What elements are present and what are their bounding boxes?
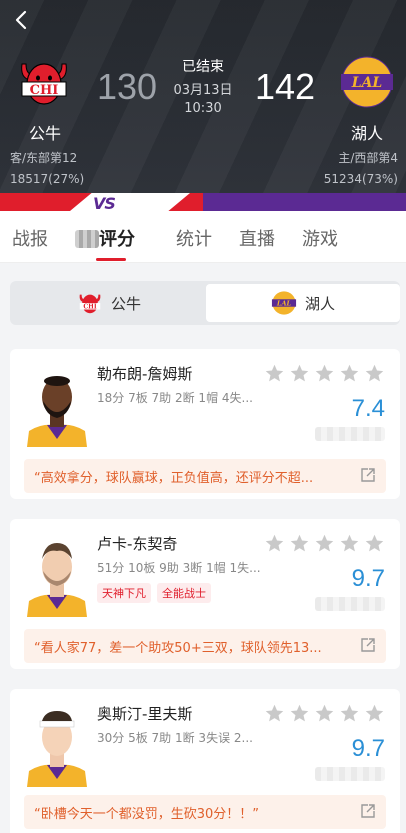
player-tag: 天神下凡 — [97, 583, 151, 603]
star-icon[interactable] — [264, 703, 285, 724]
home-team-rank: 客/东部第12 — [10, 151, 78, 165]
player-avatar — [25, 533, 89, 617]
blurred-text — [315, 427, 385, 441]
tab-live[interactable]: 直播 — [239, 225, 275, 251]
star-rating-input[interactable] — [264, 363, 385, 384]
away-team-name[interactable]: 湖人 — [322, 120, 406, 144]
star-icon[interactable] — [339, 703, 360, 724]
star-rating-input[interactable] — [264, 533, 385, 554]
player-name: 奥斯汀-里夫斯 — [97, 705, 193, 723]
player-stat-line: 18分 7板 7助 2断 1帽 4失... — [97, 391, 253, 405]
top-comment[interactable]: “卧槽今天一个都没罚，生砍30分！！” — [24, 795, 386, 829]
top-comment[interactable]: “高效拿分，球队赢球，正负值高，还评分不超... — [24, 459, 386, 493]
blurred-text — [75, 230, 99, 248]
bulls-logo-icon[interactable]: CHI — [16, 54, 72, 110]
star-icon[interactable] — [264, 533, 285, 554]
game-status: 已结束 — [182, 59, 224, 75]
star-icon[interactable] — [364, 363, 385, 384]
share-icon[interactable] — [360, 637, 376, 653]
svg-text:LAL: LAL — [351, 75, 383, 91]
tab-games[interactable]: 游戏 — [302, 225, 338, 251]
star-icon[interactable] — [314, 703, 335, 724]
game-time: 10:30 — [184, 101, 222, 116]
svg-text:CHI: CHI — [30, 83, 59, 98]
game-header: CHI LAL 公牛 湖人 客/东部第12 主/西部第4 18517(27%) … — [0, 0, 406, 193]
blurred-text — [315, 597, 385, 611]
away-support-count: 51234(73%) — [323, 172, 398, 186]
switch-label-lakers: 湖人 — [304, 294, 335, 313]
tab-report[interactable]: 战报 — [12, 225, 48, 251]
player-stat-line: 51分 10板 9助 3断 1帽 1失... — [97, 561, 261, 575]
star-icon[interactable] — [364, 533, 385, 554]
star-icon[interactable] — [289, 363, 310, 384]
tab-bar: 战报 评分 统计 直播 游戏 — [0, 211, 406, 263]
lakers-logo-icon: LAL — [271, 291, 297, 315]
tab-rating[interactable]: 评分 — [75, 225, 135, 251]
star-icon[interactable] — [339, 363, 360, 384]
top-comment[interactable]: “看人家77，差一个助攻50+三双，球队领先13... — [24, 629, 386, 663]
player-name: 卢卡-东契奇 — [97, 535, 178, 553]
switch-team-bulls[interactable]: CHI 公牛 — [12, 284, 206, 322]
player-tags: 天神下凡 全能战士 — [97, 583, 211, 603]
away-support-fill — [203, 193, 406, 211]
player-stat-line: 30分 5板 7助 1断 3失误 2... — [97, 731, 253, 745]
star-icon[interactable] — [314, 363, 335, 384]
back-icon[interactable] — [10, 8, 34, 32]
away-team-rank: 主/西部第4 — [338, 151, 398, 165]
player-rating: 9.7 — [351, 735, 385, 762]
star-rating-input[interactable] — [264, 703, 385, 724]
player-name: 勒布朗-詹姆斯 — [97, 365, 193, 383]
player-avatar — [25, 363, 89, 447]
share-icon[interactable] — [360, 467, 376, 483]
tab-stats[interactable]: 统计 — [176, 225, 212, 251]
home-score: 130 — [97, 66, 158, 107]
home-support-count: 18517(27%) — [10, 172, 85, 186]
player-card[interactable]: 勒布朗-詹姆斯 18分 7板 7助 2断 1帽 4失... 7.4 “高效拿分，… — [10, 349, 400, 499]
player-rating: 9.7 — [351, 565, 385, 592]
comment-text: “高效拿分，球队赢球，正负值高，还评分不超... — [34, 471, 314, 486]
active-tab-indicator — [96, 258, 126, 261]
support-bar: VS — [0, 193, 406, 213]
star-icon[interactable] — [264, 363, 285, 384]
player-tag: 全能战士 — [157, 583, 211, 603]
comment-text: “看人家77，差一个助攻50+三双，球队领先13... — [34, 641, 322, 656]
star-icon[interactable] — [364, 703, 385, 724]
star-icon[interactable] — [339, 533, 360, 554]
share-icon[interactable] — [360, 803, 376, 819]
star-icon[interactable] — [314, 533, 335, 554]
star-icon[interactable] — [289, 703, 310, 724]
away-score: 142 — [255, 66, 316, 107]
player-rating: 7.4 — [351, 395, 385, 422]
game-date: 03月13日 — [173, 83, 233, 98]
lakers-logo-icon[interactable]: LAL — [339, 54, 395, 110]
comment-text: “卧槽今天一个都没罚，生砍30分！！” — [34, 807, 260, 822]
star-icon[interactable] — [289, 533, 310, 554]
player-card[interactable]: 奥斯汀-里夫斯 30分 5板 7助 1断 3失误 2... 9.7 “卧槽今天一… — [10, 689, 400, 833]
bulls-logo-icon: CHI — [79, 294, 101, 314]
player-avatar — [25, 703, 89, 787]
svg-text:LAL: LAL — [276, 299, 292, 307]
tab-rating-label: 评分 — [99, 229, 135, 250]
switch-label-bulls: 公牛 — [110, 294, 141, 313]
switch-team-lakers[interactable]: LAL 湖人 — [206, 284, 400, 322]
player-card[interactable]: 卢卡-东契奇 51分 10板 9助 3断 1帽 1失... 天神下凡 全能战士 … — [10, 519, 400, 669]
blurred-text — [315, 767, 385, 781]
team-switch: CHI 公牛 LAL 湖人 — [10, 281, 400, 325]
svg-text:CHI: CHI — [83, 304, 96, 311]
home-team-name[interactable]: 公牛 — [0, 120, 90, 144]
